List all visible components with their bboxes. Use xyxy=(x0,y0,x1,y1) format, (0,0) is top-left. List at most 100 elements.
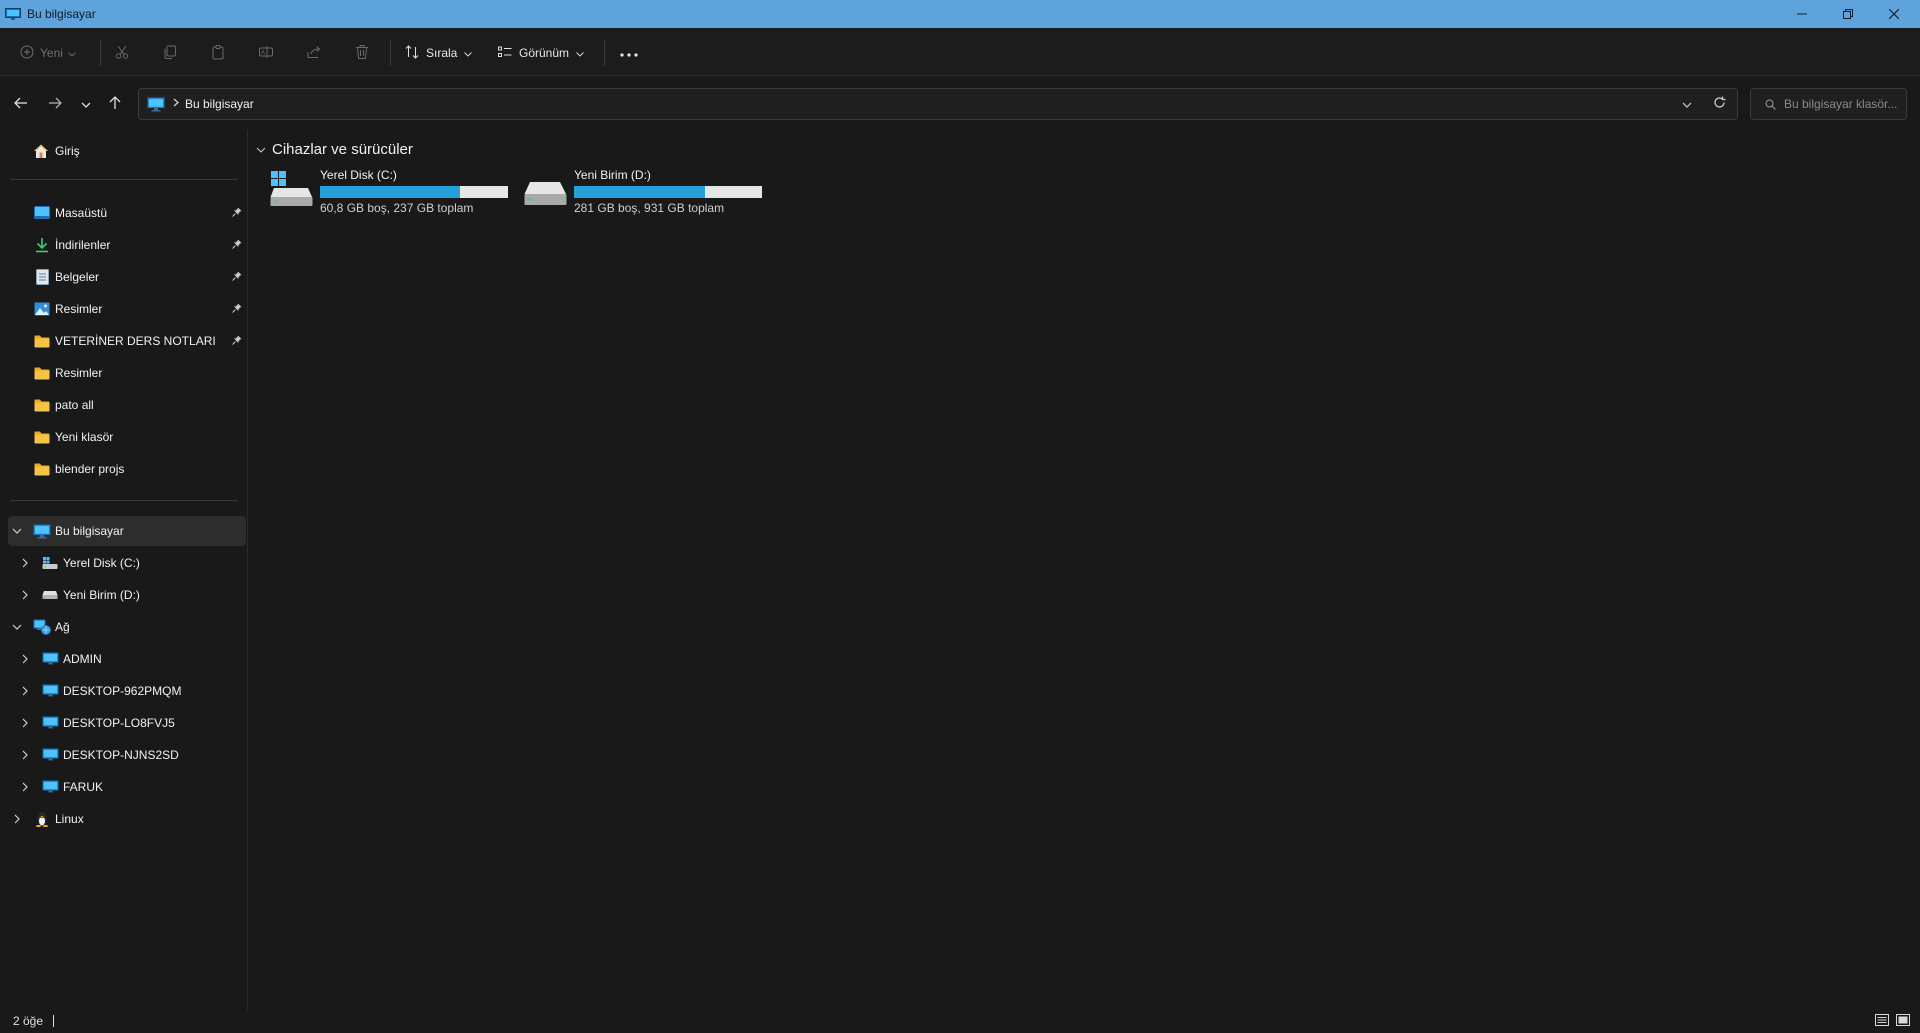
sidebar-item-drive-c[interactable]: Yerel Disk (C:) xyxy=(8,548,246,578)
sidebar-item-drive-d[interactable]: Yeni Birim (D:) xyxy=(8,580,246,610)
computer-icon xyxy=(41,683,59,699)
chevron-down-icon[interactable] xyxy=(10,620,24,634)
chevron-down-icon xyxy=(1682,97,1692,111)
minimize-button[interactable] xyxy=(1779,0,1825,28)
chevron-right-icon[interactable] xyxy=(18,556,32,570)
up-button[interactable] xyxy=(103,92,127,116)
folder-icon xyxy=(33,461,51,477)
pin-icon xyxy=(232,239,242,252)
sidebar-item-host-desktop-962pmqm[interactable]: DESKTOP-962PMQM xyxy=(8,676,246,706)
cut-button[interactable] xyxy=(114,40,130,66)
chevron-right-icon[interactable] xyxy=(18,652,32,666)
recent-locations-button[interactable] xyxy=(74,92,98,116)
details-view-button[interactable] xyxy=(1873,1012,1891,1030)
sidebar-item-resimler-folder[interactable]: Resimler xyxy=(8,358,246,388)
view-button[interactable]: Görünüm xyxy=(497,40,584,66)
drive-tile-d[interactable]: Yeni Birim (D:) 281 GB boş, 931 GB topla… xyxy=(524,166,770,215)
drive-usage-fill xyxy=(320,186,460,198)
chevron-down-icon xyxy=(81,97,91,111)
drive-space-info: 281 GB boş, 931 GB toplam xyxy=(574,201,725,215)
sidebar-item-network[interactable]: Ağ xyxy=(8,612,246,642)
pin-icon xyxy=(232,207,242,220)
delete-button[interactable] xyxy=(354,40,370,66)
drive-space-info: 60,8 GB boş, 237 GB toplam xyxy=(320,201,474,215)
computer-icon xyxy=(147,97,165,112)
sidebar-item-yeni-klasor[interactable]: Yeni klasör xyxy=(8,422,246,452)
view-label: Görünüm xyxy=(519,46,570,60)
sidebar-item-downloads[interactable]: İndirilenler xyxy=(8,230,246,260)
refresh-button[interactable] xyxy=(1707,92,1731,116)
sidebar-item-host-faruk[interactable]: FARUK xyxy=(8,772,246,802)
chevron-right-icon[interactable] xyxy=(18,716,32,730)
trash-icon xyxy=(354,44,370,63)
navigation-pane: Giriş Masaüstü İndirilenler Belgeler Res… xyxy=(0,130,248,1010)
paste-button[interactable] xyxy=(210,40,226,66)
linux-penguin-icon xyxy=(33,811,51,827)
sidebar-item-home[interactable]: Giriş xyxy=(8,136,246,166)
copy-button[interactable] xyxy=(162,40,178,66)
search-input[interactable] xyxy=(1784,97,1899,111)
drive-name: Yeni Birim (D:) xyxy=(574,168,651,182)
sidebar-item-veteriner-ders-notlari[interactable]: VETERİNER DERS NOTLARI xyxy=(8,326,246,356)
scissors-icon xyxy=(114,44,130,63)
close-button[interactable] xyxy=(1871,0,1917,28)
new-button[interactable]: Yeni xyxy=(20,40,76,66)
forward-button[interactable] xyxy=(43,92,67,116)
computer-icon xyxy=(41,747,59,763)
group-title: Cihazlar ve sürücüler xyxy=(272,141,413,158)
title-bar: Bu bilgisayar xyxy=(0,0,1920,28)
sidebar-item-linux[interactable]: Linux xyxy=(8,804,246,834)
sidebar-item-label: Yeni Birim (D:) xyxy=(63,588,140,602)
sidebar-item-label: blender projs xyxy=(55,462,125,476)
folder-icon xyxy=(33,365,51,381)
rename-button[interactable]: A xyxy=(258,40,274,66)
sidebar-item-host-admin[interactable]: ADMIN xyxy=(8,644,246,674)
sort-label: Sırala xyxy=(426,46,458,60)
sidebar-item-pato-all[interactable]: pato all xyxy=(8,390,246,420)
more-options-button[interactable] xyxy=(620,40,638,66)
drive-icon xyxy=(524,170,568,210)
address-history-button[interactable] xyxy=(1675,92,1699,116)
restore-button[interactable] xyxy=(1825,0,1871,28)
sidebar-item-this-pc[interactable]: Bu bilgisayar xyxy=(8,516,246,546)
chevron-right-icon[interactable] xyxy=(18,780,32,794)
sidebar-item-host-desktop-njns2sd[interactable]: DESKTOP-NJNS2SD xyxy=(8,740,246,770)
sidebar-item-label: Bu bilgisayar xyxy=(55,524,124,538)
breadcrumb-this-pc[interactable]: Bu bilgisayar xyxy=(185,97,254,111)
sidebar-item-desktop[interactable]: Masaüstü xyxy=(8,198,246,228)
sidebar-item-label: Yerel Disk (C:) xyxy=(63,556,140,570)
search-box[interactable] xyxy=(1750,88,1907,120)
view-list-icon xyxy=(497,44,513,63)
sidebar-item-pictures[interactable]: Resimler xyxy=(8,294,246,324)
sidebar-item-label: VETERİNER DERS NOTLARI xyxy=(55,334,216,348)
chevron-right-icon[interactable] xyxy=(18,684,32,698)
back-button[interactable] xyxy=(9,92,33,116)
sidebar-item-label: Ağ xyxy=(55,620,70,634)
sidebar-divider xyxy=(10,179,238,180)
sort-button[interactable]: Sırala xyxy=(404,40,473,66)
sidebar-item-host-desktop-lo8fvj5[interactable]: DESKTOP-LO8FVJ5 xyxy=(8,708,246,738)
drive-tile-c[interactable]: Yerel Disk (C:) 60,8 GB boş, 237 GB topl… xyxy=(270,166,516,215)
address-bar[interactable]: Bu bilgisayar xyxy=(138,88,1738,120)
details-view-icon xyxy=(1875,1013,1889,1029)
chevron-down-icon[interactable] xyxy=(10,524,24,538)
home-icon xyxy=(32,143,50,159)
sidebar-item-label: Linux xyxy=(55,812,84,826)
computer-icon xyxy=(41,651,59,667)
drive-usage-fill xyxy=(574,186,706,198)
computer-icon xyxy=(41,715,59,731)
sidebar-item-documents[interactable]: Belgeler xyxy=(8,262,246,292)
devices-and-drives-group-header[interactable]: Cihazlar ve sürücüler xyxy=(256,141,413,158)
large-icons-view-button[interactable] xyxy=(1894,1012,1912,1030)
sidebar-item-label: Yeni klasör xyxy=(55,430,114,444)
chevron-right-icon[interactable] xyxy=(10,812,24,826)
pin-icon xyxy=(232,335,242,348)
chevron-right-icon[interactable] xyxy=(18,748,32,762)
sidebar-item-label: İndirilenler xyxy=(55,238,111,252)
chevron-right-icon[interactable] xyxy=(18,588,32,602)
sidebar-item-blender-projs[interactable]: blender projs xyxy=(8,454,246,484)
tiles-view-icon xyxy=(1896,1013,1910,1029)
sidebar-item-label: Resimler xyxy=(55,366,103,380)
share-button[interactable] xyxy=(306,40,322,66)
search-icon xyxy=(1765,99,1776,110)
